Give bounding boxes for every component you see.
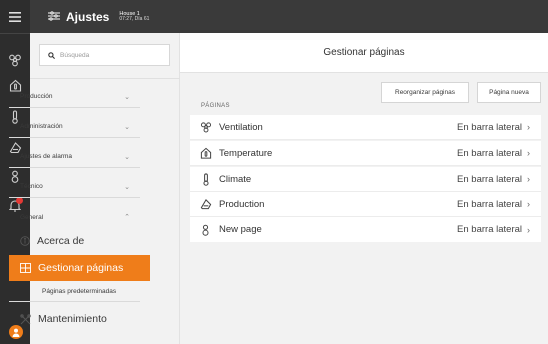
- chevron-right-icon: ›: [527, 199, 530, 209]
- page-location: En barra lateral: [457, 224, 522, 235]
- page-row-climate[interactable]: Climate En barra lateral ›: [190, 167, 541, 192]
- production-icon: [199, 198, 212, 210]
- nav-group-label: Producción: [20, 93, 53, 100]
- search-input[interactable]: [60, 51, 160, 59]
- page-title: Gestionar páginas: [180, 33, 548, 73]
- chevron-right-icon: ›: [527, 224, 530, 235]
- page-location: En barra lateral: [457, 147, 522, 159]
- nav-group-label: Ajustes de alarma: [20, 153, 73, 160]
- page-name: Temperature: [219, 147, 273, 159]
- tools-icon: [20, 313, 31, 325]
- nav-group-label: General: [20, 213, 44, 221]
- chevron-down-icon: ⌄: [124, 93, 130, 101]
- page-location: En barra lateral: [457, 198, 522, 210]
- nav-item-acerca-de[interactable]: Acerca de: [9, 230, 149, 252]
- nav-group-label: Administración: [20, 123, 63, 130]
- nav-group-general[interactable]: General ⌃: [9, 206, 140, 228]
- page-name: Production: [219, 198, 265, 210]
- rail-divider: [0, 33, 30, 34]
- pages-grid-icon: [20, 263, 31, 273]
- settings-sliders-icon: [48, 8, 60, 26]
- page-location: En barra lateral: [457, 121, 522, 133]
- nav-item-label: Gestionar páginas: [38, 262, 124, 274]
- chevron-right-icon: ›: [527, 174, 530, 184]
- info-icon: [20, 236, 30, 246]
- page-name: Climate: [219, 173, 252, 185]
- menu-icon[interactable]: [0, 4, 30, 30]
- page-location: En barra lateral: [457, 173, 522, 185]
- page-row-ventilation[interactable]: Ventilation En barra lateral ›: [190, 115, 541, 140]
- nav-item-gestionar-paginas[interactable]: Gestionar páginas: [9, 255, 150, 281]
- house-info[interactable]: House 1 07:27, Día 61: [119, 11, 149, 23]
- settings-header: Ajustes House 1 07:27, Día 61: [30, 0, 180, 33]
- nav-item-mantenimiento[interactable]: Mantenimiento: [9, 306, 149, 332]
- new-page-button[interactable]: Página nueva: [477, 82, 541, 103]
- page-name: Ventilation: [219, 121, 263, 133]
- house-time: 07:27, Día 61: [119, 15, 150, 22]
- chevron-right-icon: ›: [527, 148, 530, 158]
- nav-item-label: Páginas predeterminadas: [42, 287, 117, 295]
- pages-section-label: PÁGINAS: [201, 103, 230, 109]
- fan-icon: [199, 121, 212, 133]
- nav-group-label: Técnico: [20, 183, 43, 190]
- page-row-new-page[interactable]: New page En barra lateral ›: [190, 217, 541, 242]
- nav-item-label: Acerca de: [37, 235, 85, 247]
- page-name: New page: [219, 224, 262, 235]
- nav-divider: [30, 78, 180, 79]
- person-icon: [199, 224, 212, 236]
- nav-group-produccion[interactable]: Producción ⌄: [9, 86, 140, 108]
- thermometer-icon: [199, 172, 212, 186]
- nav-item-paginas-predeterminadas[interactable]: Páginas predeterminadas: [9, 281, 140, 302]
- search-icon: [48, 46, 55, 64]
- nav-group-administracion[interactable]: Administración ⌄: [9, 116, 140, 138]
- chevron-right-icon: ›: [527, 122, 530, 132]
- app-title: Ajustes: [66, 9, 110, 24]
- chevron-up-icon: ⌃: [124, 214, 130, 221]
- chevron-down-icon: ⌄: [124, 123, 130, 131]
- house-thermometer-icon: [199, 147, 212, 159]
- nav-item-label: Mantenimiento: [38, 313, 107, 325]
- page-row-temperature[interactable]: Temperature En barra lateral ›: [190, 141, 541, 166]
- nav-group-tecnico[interactable]: Técnico ⌄: [9, 176, 140, 198]
- rail-ventilation-icon[interactable]: [0, 47, 30, 73]
- reorganize-pages-button[interactable]: Reorganizar páginas: [381, 82, 469, 103]
- nav-group-ajustes-alarma[interactable]: Ajustes de alarma ⌄: [9, 146, 140, 168]
- top-bar: Ajustes House 1 07:27, Día 61: [30, 0, 548, 33]
- chevron-down-icon: ⌄: [124, 153, 130, 161]
- page-row-production[interactable]: Production En barra lateral ›: [190, 192, 541, 217]
- chevron-down-icon: ⌄: [124, 183, 130, 191]
- search-box[interactable]: [39, 44, 170, 66]
